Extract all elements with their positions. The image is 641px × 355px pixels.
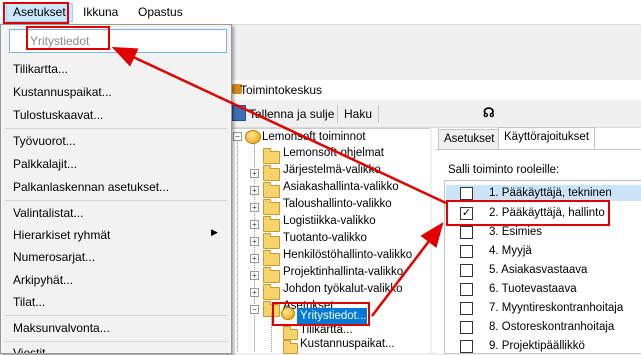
arrow-to-search [111, 46, 447, 205]
arrow-to-role [371, 222, 444, 317]
annotation-arrows [111, 46, 447, 317]
